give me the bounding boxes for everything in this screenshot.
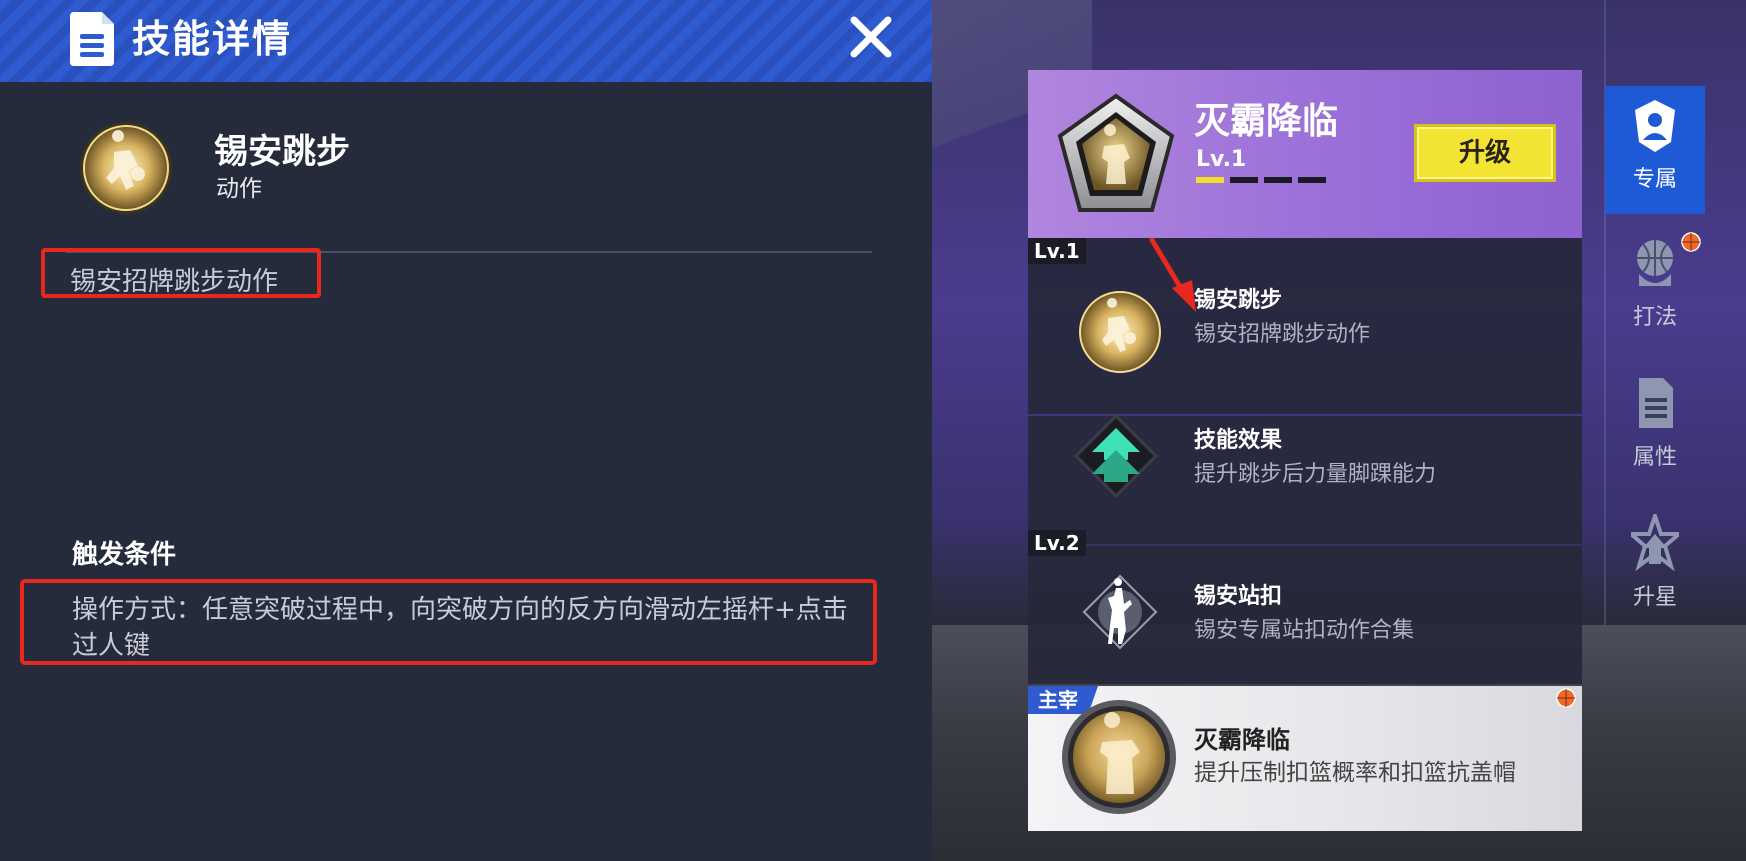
level-segment xyxy=(1264,177,1292,183)
skill-desc: 锡安专属站扣动作合集 xyxy=(1194,618,1415,643)
nav-tab-attributes[interactable]: 属性 xyxy=(1605,364,1705,492)
trigger-condition-title: 触发条件 xyxy=(72,540,177,570)
panel-title: 技能详情 xyxy=(132,17,293,61)
level-segment xyxy=(1196,177,1224,183)
dominant-skill-desc: 提升压制扣篮概率和扣篮抗盖帽 xyxy=(1194,760,1516,786)
dunk-player-icon xyxy=(1082,574,1158,650)
nav-tab-star-upgrade[interactable]: 升星 xyxy=(1605,504,1705,632)
level-segment xyxy=(1298,177,1326,183)
skill-desc: 提升跳步后力量脚踝能力 xyxy=(1194,462,1437,487)
annotation-highlight-box xyxy=(41,248,321,298)
signature-skill-level: Lv.1 xyxy=(1196,147,1247,172)
skill-title: 技能效果 xyxy=(1194,428,1283,453)
nav-label: 打法 xyxy=(1632,305,1677,330)
annotation-arrow-icon xyxy=(1149,237,1196,312)
signature-skill-name: 灭霸降临 xyxy=(1194,101,1339,142)
skill-type: 动作 xyxy=(216,176,262,202)
nav-label: 专属 xyxy=(1632,167,1677,192)
upgrade-button[interactable]: 升级 xyxy=(1414,124,1556,182)
dominant-medallion-icon xyxy=(1062,700,1176,814)
level-tag: Lv.2 xyxy=(1028,530,1086,556)
level-progress-bar xyxy=(1196,177,1326,183)
star-upgrade-icon xyxy=(1631,514,1679,572)
skill-desc: 锡安招牌跳步动作 xyxy=(1194,322,1371,347)
notification-badge-icon xyxy=(1681,232,1701,252)
skill-title: 锡安跳步 xyxy=(1194,288,1283,313)
exclusive-player-icon xyxy=(1635,100,1675,152)
basketball-icon xyxy=(1556,688,1576,708)
playstyle-basketball-icon xyxy=(1637,240,1673,286)
dominant-skill-title: 灭霸降临 xyxy=(1194,726,1290,754)
skill-detail-panel: 技能详情 锡安跳步 动作 锡安招牌跳步动作 触发条件 操作方式：任意突破过程中，… xyxy=(0,0,932,861)
skill-effect-arrow-icon xyxy=(1074,414,1158,498)
annotation-highlight-box xyxy=(20,579,877,665)
skill-title: 锡安站扣 xyxy=(1194,584,1283,609)
skill-name: 锡安跳步 xyxy=(214,132,350,172)
attributes-document-icon xyxy=(1639,378,1673,428)
nav-tab-exclusive[interactable]: 专属 xyxy=(1605,86,1705,214)
close-button[interactable] xyxy=(846,12,896,62)
skill-medallion-icon xyxy=(80,122,172,214)
nav-label: 属性 xyxy=(1632,445,1677,470)
signature-badge-icon xyxy=(1057,93,1175,212)
level-segment xyxy=(1230,177,1258,183)
nav-label: 升星 xyxy=(1632,585,1677,610)
document-icon xyxy=(70,12,114,66)
level-tag: Lv.1 xyxy=(1028,238,1086,264)
